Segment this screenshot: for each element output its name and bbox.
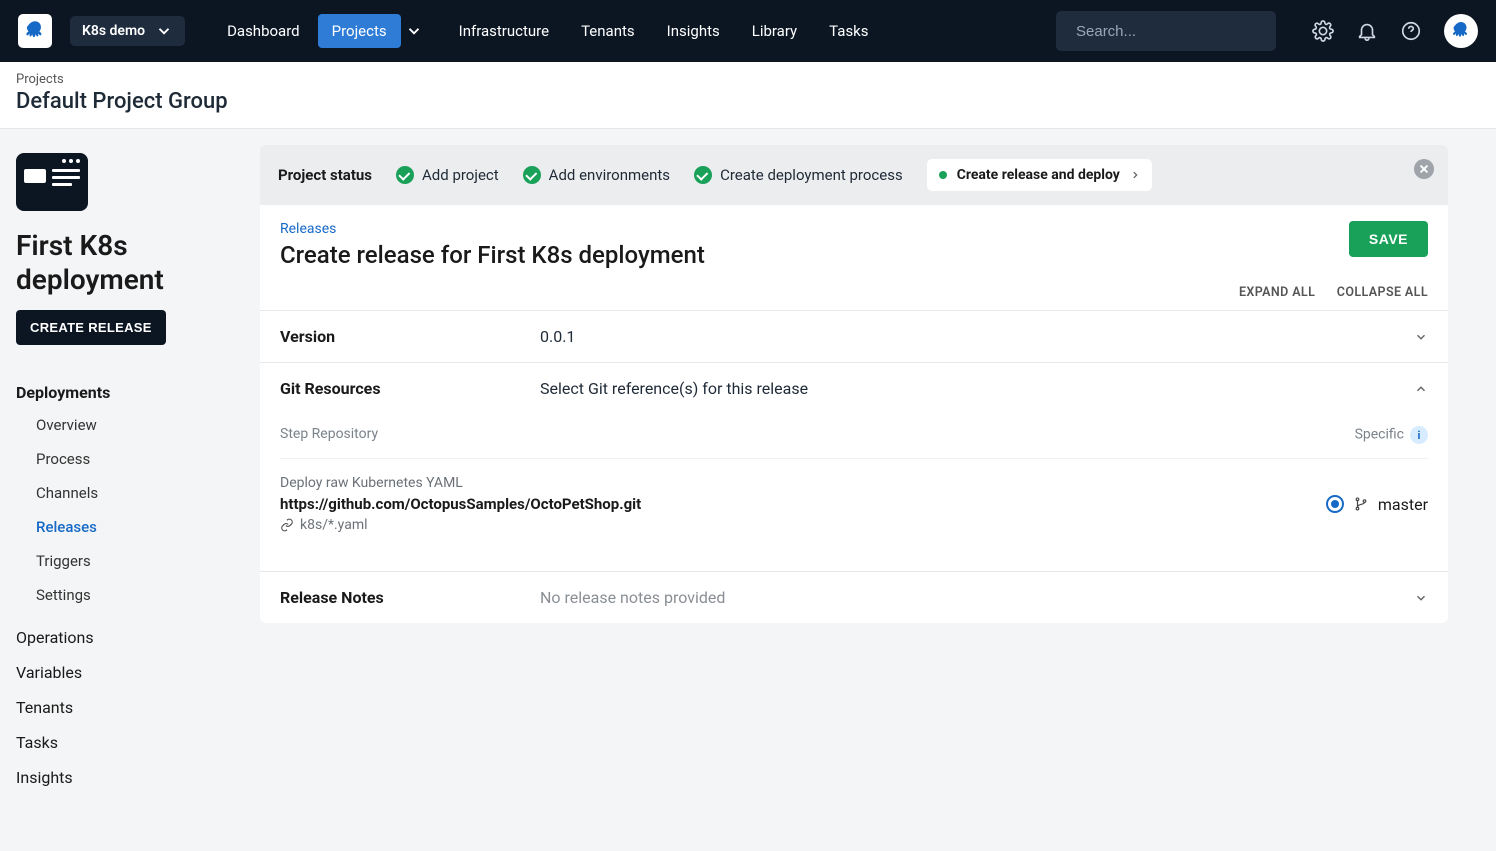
nav-insights[interactable]: Insights xyxy=(653,14,734,48)
space-name: K8s demo xyxy=(82,23,145,39)
main-content: Project status Add project Add environme… xyxy=(260,129,1460,851)
git-resources-hint: Select Git reference(s) for this release xyxy=(540,379,1398,398)
search-input[interactable] xyxy=(1076,23,1275,40)
file-glob: k8s/*.yaml xyxy=(300,517,368,533)
status-step-current[interactable]: Create release and deploy xyxy=(927,159,1152,191)
project-title: First K8s deployment xyxy=(16,229,244,296)
version-value: 0.0.1 xyxy=(540,327,1398,346)
chevron-right-icon xyxy=(1130,170,1140,180)
sidebar-item-triggers[interactable]: Triggers xyxy=(36,546,244,576)
sidebar-item-variables[interactable]: Variables xyxy=(16,655,244,690)
status-step-create-process[interactable]: Create deployment process xyxy=(694,166,903,184)
page-title: Create release for First K8s deployment xyxy=(280,241,705,269)
check-icon xyxy=(694,166,712,184)
section-version[interactable]: Version 0.0.1 xyxy=(260,310,1448,362)
nav-projects[interactable]: Projects xyxy=(318,14,401,48)
git-resources-label: Git Resources xyxy=(280,379,540,398)
release-notes-value: No release notes provided xyxy=(540,588,1398,607)
git-table-columns: Step Repository Specifici xyxy=(280,418,1428,458)
sidebar-item-settings[interactable]: Settings xyxy=(36,580,244,610)
octopus-logo[interactable] xyxy=(18,14,52,48)
info-icon[interactable]: i xyxy=(1410,426,1428,444)
repo-url: https://github.com/OctopusSamples/OctoPe… xyxy=(280,495,641,513)
releases-link[interactable]: Releases xyxy=(280,221,705,237)
octopus-icon xyxy=(22,18,48,44)
page-header: Releases Create release for First K8s de… xyxy=(260,205,1448,285)
git-branch-icon xyxy=(1354,497,1368,511)
section-git-resources: Git Resources Select Git reference(s) fo… xyxy=(260,362,1448,571)
step-name: Deploy raw Kubernetes YAML xyxy=(280,475,641,491)
section-release-notes[interactable]: Release Notes No release notes provided xyxy=(260,571,1448,623)
nav-library[interactable]: Library xyxy=(738,14,811,48)
octopus-icon xyxy=(1449,19,1473,43)
git-resources-header[interactable]: Git Resources Select Git reference(s) fo… xyxy=(260,363,1448,414)
sidebar-group-deployments[interactable]: Deployments xyxy=(16,383,244,402)
chevron-up-icon xyxy=(1414,382,1428,396)
project-status-strip: Project status Add project Add environme… xyxy=(260,145,1448,205)
help-icon[interactable] xyxy=(1400,20,1422,42)
status-step-add-environments[interactable]: Add environments xyxy=(523,166,670,184)
git-resource-row: Deploy raw Kubernetes YAML https://githu… xyxy=(280,458,1428,549)
col-step-repository: Step Repository xyxy=(280,426,378,444)
nav-tasks[interactable]: Tasks xyxy=(815,14,882,48)
nav-links: Dashboard Projects Infrastructure Tenant… xyxy=(213,14,1038,48)
link-icon xyxy=(280,518,294,532)
col-specific: Specifici xyxy=(1355,426,1428,444)
collapse-all-button[interactable]: COLLAPSE ALL xyxy=(1337,285,1428,300)
status-label: Project status xyxy=(278,166,372,184)
sidebar-item-insights[interactable]: Insights xyxy=(16,760,244,795)
bell-icon[interactable] xyxy=(1356,20,1378,42)
branch-name: master xyxy=(1378,495,1428,514)
nav-tenants[interactable]: Tenants xyxy=(567,14,649,48)
breadcrumb-title: Default Project Group xyxy=(16,89,1480,114)
breadcrumb-parent[interactable]: Projects xyxy=(16,72,1480,87)
chevron-down-icon xyxy=(1414,591,1428,605)
sidebar-item-operations[interactable]: Operations xyxy=(16,620,244,655)
space-switcher[interactable]: K8s demo xyxy=(70,16,185,46)
user-avatar[interactable] xyxy=(1444,14,1478,48)
save-button[interactable]: SAVE xyxy=(1349,221,1428,257)
dot-icon xyxy=(939,171,947,179)
release-notes-label: Release Notes xyxy=(280,588,540,607)
expand-controls: EXPAND ALL COLLAPSE ALL xyxy=(260,285,1448,310)
close-status-button[interactable] xyxy=(1414,159,1434,179)
create-release-button[interactable]: CREATE RELEASE xyxy=(16,310,166,345)
sidebar-item-tenants[interactable]: Tenants xyxy=(16,690,244,725)
nav-infrastructure[interactable]: Infrastructure xyxy=(445,14,563,48)
global-search[interactable] xyxy=(1056,11,1276,51)
breadcrumb: Projects Default Project Group xyxy=(0,62,1496,129)
project-sidebar: First K8s deployment CREATE RELEASE Depl… xyxy=(0,129,260,851)
check-icon xyxy=(396,166,414,184)
sidebar-item-channels[interactable]: Channels xyxy=(36,478,244,508)
nav-dashboard[interactable]: Dashboard xyxy=(213,14,314,48)
expand-all-button[interactable]: EXPAND ALL xyxy=(1239,285,1315,300)
top-navigation: K8s demo Dashboard Projects Infrastructu… xyxy=(0,0,1496,62)
check-icon xyxy=(523,166,541,184)
top-right-icons xyxy=(1312,14,1478,48)
version-label: Version xyxy=(280,327,540,346)
project-logo xyxy=(16,153,88,211)
sidebar-item-process[interactable]: Process xyxy=(36,444,244,474)
status-step-add-project[interactable]: Add project xyxy=(396,166,499,184)
chevron-down-icon[interactable] xyxy=(405,22,423,40)
sidebar-item-tasks[interactable]: Tasks xyxy=(16,725,244,760)
radio-selected-icon xyxy=(1326,495,1344,513)
chevron-down-icon xyxy=(1414,330,1428,344)
sidebar-item-releases[interactable]: Releases xyxy=(36,512,244,542)
gear-icon[interactable] xyxy=(1312,20,1334,42)
sidebar-item-overview[interactable]: Overview xyxy=(36,410,244,440)
branch-selector[interactable]: master xyxy=(1326,475,1428,533)
chevron-down-icon xyxy=(155,22,173,40)
